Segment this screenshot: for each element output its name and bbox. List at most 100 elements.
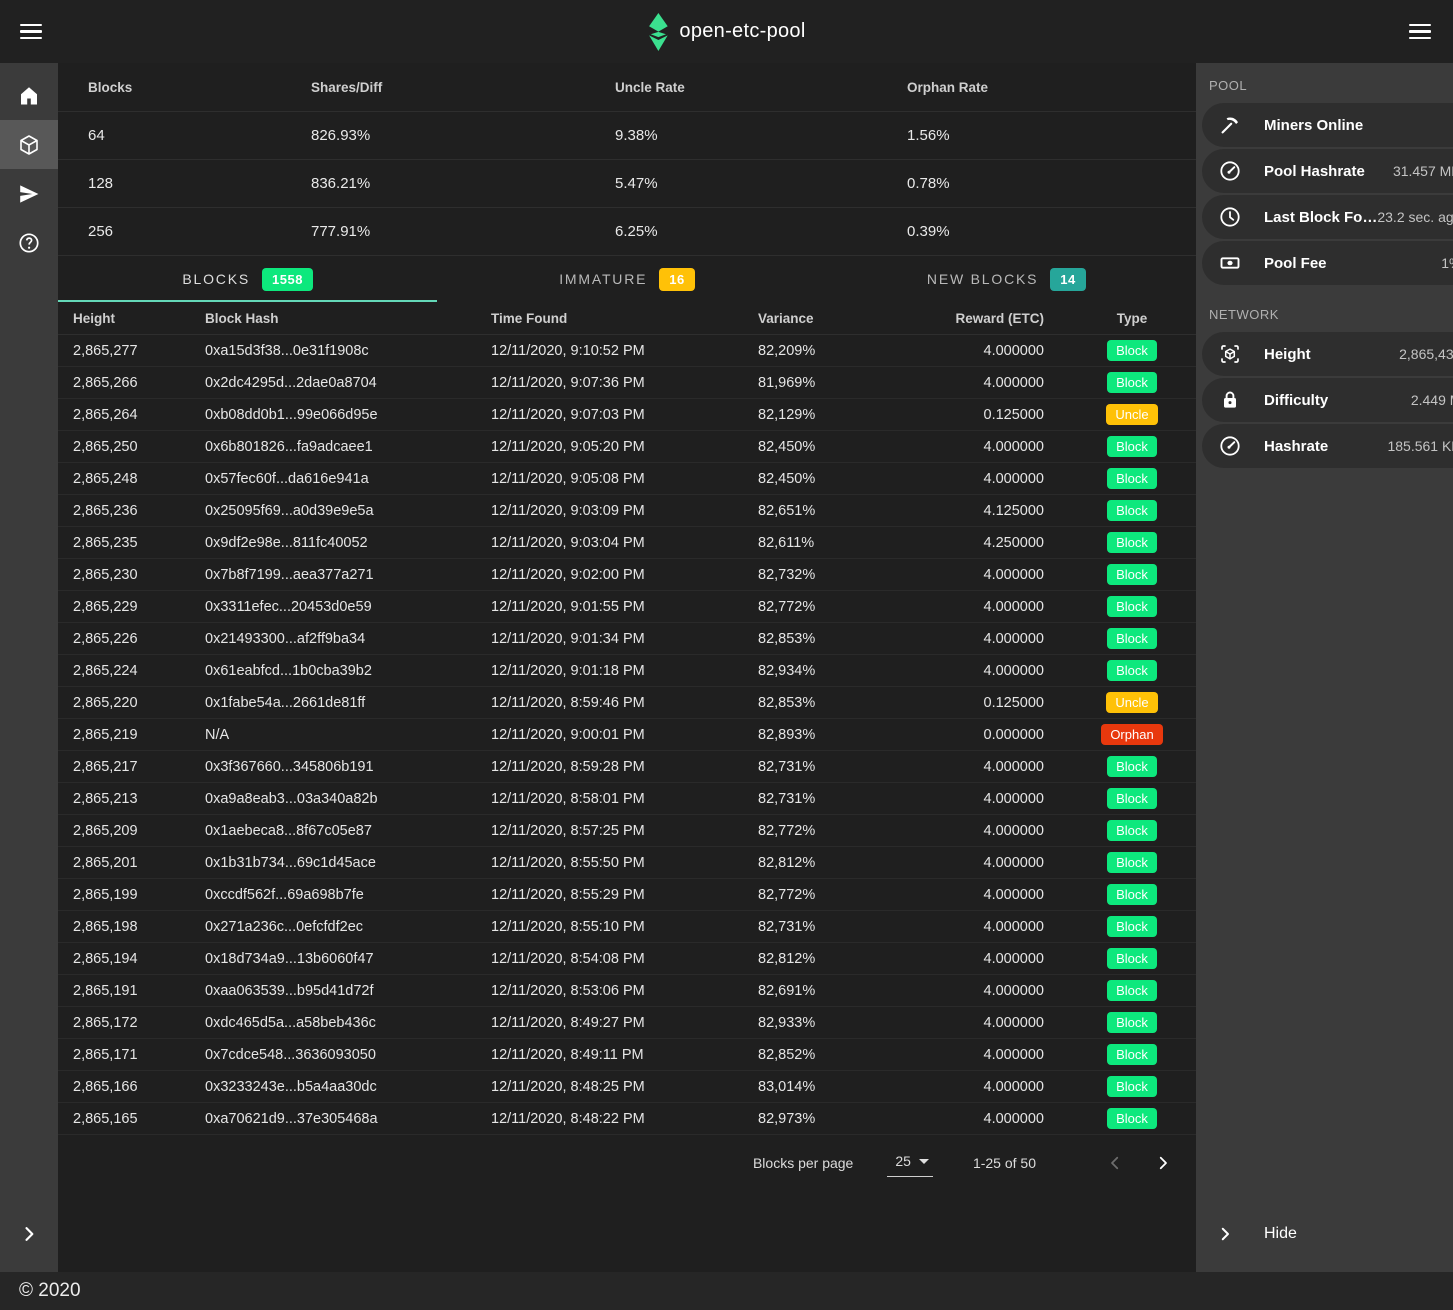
table-row: 2,865,220 0x1fabe54a...2661de81ff 12/11/… [58, 687, 1196, 719]
cell-time-found: 12/11/2020, 9:10:52 PM [476, 343, 743, 359]
cell-variance: 82,450% [743, 439, 913, 455]
type-badge: Block [1107, 500, 1157, 521]
tab-immature[interactable]: IMMATURE 16 [437, 256, 816, 302]
cell-block-hash: 0x61eabfcd...1b0cba39b2 [190, 663, 476, 679]
cell-time-found: 12/11/2020, 9:00:01 PM [476, 727, 743, 743]
right-menu-icon[interactable] [1403, 18, 1437, 46]
type-badge: Block [1107, 788, 1157, 809]
type-badge: Block [1107, 372, 1157, 393]
table-row: 2,865,165 0xa70621d9...37e305468a 12/11/… [58, 1103, 1196, 1135]
tab-blocks[interactable]: BLOCKS 1558 [58, 256, 437, 302]
table-row: 2,865,226 0x21493300...af2ff9ba34 12/11/… [58, 623, 1196, 655]
col-time-found: Time Found [476, 311, 743, 326]
tab-new-blocks-label: NEW BLOCKS [927, 271, 1038, 287]
cell-type: Block [1068, 564, 1196, 585]
per-page-select[interactable]: 25 [887, 1149, 933, 1177]
cell-height: 2,865,219 [58, 727, 190, 743]
left-menu-icon[interactable] [14, 18, 48, 46]
stat-pool-fee: Pool Fee 1% [1202, 241, 1453, 285]
main-content: Blocks Shares/Diff Uncle Rate Orphan Rat… [58, 63, 1196, 1272]
gauge-icon [1218, 159, 1242, 183]
cell-orphan-rate: 0.78% [892, 175, 1196, 192]
cell-time-found: 12/11/2020, 8:48:25 PM [476, 1079, 743, 1095]
cell-type: Block [1068, 660, 1196, 681]
cell-type: Block [1068, 1108, 1196, 1129]
app-title: open-etc-pool [679, 20, 805, 43]
cell-type: Block [1068, 436, 1196, 457]
col-type: Type [1068, 311, 1196, 326]
cell-block-hash: 0x2dc4295d...2dae0a8704 [190, 375, 476, 391]
stat-value: 185.561 KH [1387, 438, 1453, 454]
gauge-icon [1218, 434, 1242, 458]
cell-variance: 83,014% [743, 1079, 913, 1095]
cell-height: 2,865,235 [58, 535, 190, 551]
cell-reward: 4.000000 [913, 1079, 1068, 1095]
table-row: 2,865,166 0x3233243e...b5a4aa30dc 12/11/… [58, 1071, 1196, 1103]
cell-orphan-rate: 1.56% [892, 127, 1196, 144]
type-badge: Block [1107, 532, 1157, 553]
chevron-right-icon [19, 1224, 39, 1244]
cell-block-hash: 0xaa063539...b95d41d72f [190, 983, 476, 999]
cell-block-hash: 0xa9a8eab3...03a340a82b [190, 791, 476, 807]
stat-last-block-found: Last Block Fo… 23.2 sec. ago [1202, 195, 1453, 239]
cell-reward: 4.000000 [913, 439, 1068, 455]
table-row: 2,865,235 0x9df2e98e...811fc40052 12/11/… [58, 527, 1196, 559]
cell-time-found: 12/11/2020, 8:58:01 PM [476, 791, 743, 807]
cell-block-hash: 0x7b8f7199...aea377a271 [190, 567, 476, 583]
luck-table-body: 64 826.93% 9.38% 1.56% 128 836.21% 5.47%… [58, 112, 1196, 256]
tab-new-blocks-count-badge: 14 [1050, 268, 1085, 291]
stat-network-height: Height 2,865,431 [1202, 332, 1453, 376]
cell-time-found: 12/11/2020, 9:05:20 PM [476, 439, 743, 455]
table-row: 2,865,213 0xa9a8eab3...03a340a82b 12/11/… [58, 783, 1196, 815]
cell-type: Block [1068, 372, 1196, 393]
cell-reward: 4.000000 [913, 375, 1068, 391]
cell-height: 2,865,226 [58, 631, 190, 647]
type-badge: Block [1107, 1044, 1157, 1065]
stat-label: Pool Hashrate [1264, 163, 1365, 180]
cell-block-hash: 0xa15d3f38...0e31f1908c [190, 343, 476, 359]
cell-reward: 4.000000 [913, 887, 1068, 903]
cell-height: 2,865,209 [58, 823, 190, 839]
table-row: 2,865,264 0xb08dd0b1...99e066d95e 12/11/… [58, 399, 1196, 431]
cell-block-hash: 0x9df2e98e...811fc40052 [190, 535, 476, 551]
cell-block-hash: 0xb08dd0b1...99e066d95e [190, 407, 476, 423]
type-badge: Uncle [1106, 404, 1157, 425]
stat-value: 31.457 MH [1393, 163, 1453, 179]
cell-reward: 0.125000 [913, 695, 1068, 711]
nav-blocks[interactable] [0, 120, 58, 169]
cell-time-found: 12/11/2020, 9:07:03 PM [476, 407, 743, 423]
expand-rail-button[interactable] [0, 1208, 58, 1260]
blocks-table-body: 2,865,277 0xa15d3f38...0e31f1908c 12/11/… [58, 335, 1196, 1135]
cell-time-found: 12/11/2020, 8:54:08 PM [476, 951, 743, 967]
table-row: 2,865,209 0x1aebeca8...8f67c05e87 12/11/… [58, 815, 1196, 847]
block-tabs: BLOCKS 1558 IMMATURE 16 NEW BLOCKS 14 [58, 256, 1196, 302]
cell-shares-diff: 826.93% [296, 127, 600, 144]
cell-variance: 82,129% [743, 407, 913, 423]
cell-block-hash: 0x25095f69...a0d39e9e5a [190, 503, 476, 519]
stat-label: Height [1264, 346, 1311, 363]
nav-payments[interactable] [0, 169, 58, 218]
tab-new-blocks[interactable]: NEW BLOCKS 14 [817, 256, 1196, 302]
cell-variance: 82,812% [743, 855, 913, 871]
cell-height: 2,865,230 [58, 567, 190, 583]
cell-time-found: 12/11/2020, 8:48:22 PM [476, 1111, 743, 1127]
luck-table-header: Blocks Shares/Diff Uncle Rate Orphan Rat… [58, 63, 1196, 112]
cell-block-hash: 0x1b31b734...69c1d45ace [190, 855, 476, 871]
prev-page-button[interactable] [1102, 1150, 1128, 1176]
cell-height: 2,865,250 [58, 439, 190, 455]
cell-height: 2,865,220 [58, 695, 190, 711]
col-uncle-rate: Uncle Rate [600, 80, 892, 95]
col-variance: Variance [743, 311, 913, 326]
next-page-button[interactable] [1150, 1150, 1176, 1176]
chevron-down-icon [919, 1159, 929, 1164]
stat-value: 2.449 M [1411, 392, 1453, 408]
cell-uncle-rate: 6.25% [600, 223, 892, 240]
type-badge: Block [1107, 660, 1157, 681]
nav-help[interactable] [0, 218, 58, 267]
nav-home[interactable] [0, 71, 58, 120]
hide-sidebar-button[interactable]: Hide [1196, 1210, 1453, 1258]
type-badge: Block [1107, 340, 1157, 361]
type-badge: Block [1107, 948, 1157, 969]
stat-label: Difficulty [1264, 392, 1328, 409]
page-range: 1-25 of 50 [973, 1155, 1036, 1171]
